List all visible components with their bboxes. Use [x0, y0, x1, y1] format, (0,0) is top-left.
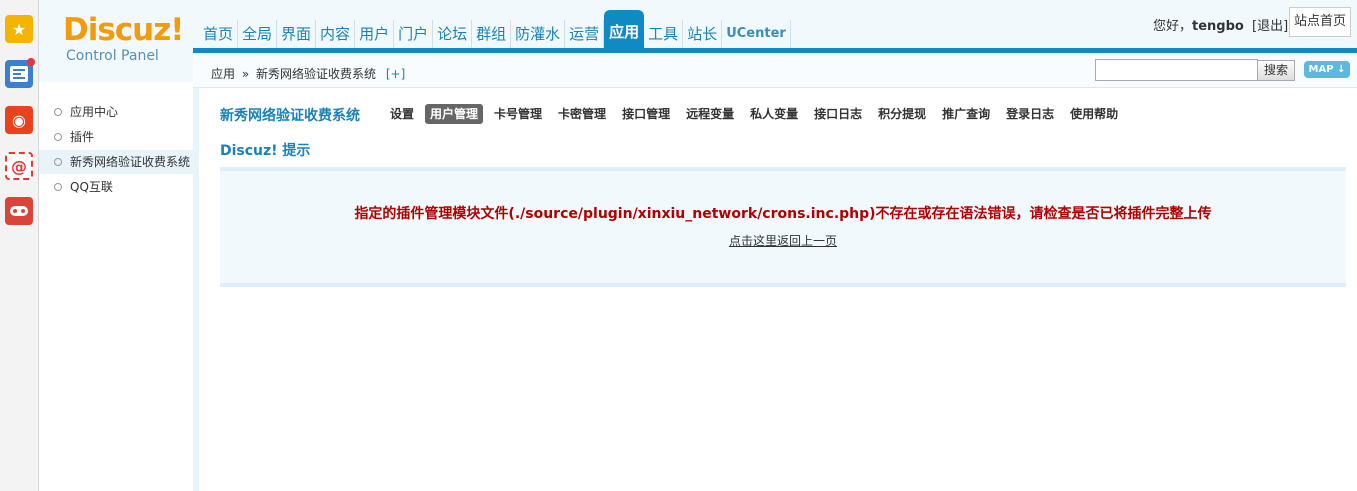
nav-item-tools[interactable]: 工具: [644, 20, 684, 48]
breadcrumb: 应用 » 新秀网络验证收费系统 [+]: [211, 65, 405, 82]
nav-item-style[interactable]: 界面: [277, 20, 317, 48]
nav-item-content[interactable]: 内容: [316, 20, 356, 48]
plugin-tabs: 设置 用户管理 卡号管理 卡密管理 接口管理 远程变量 私人变量 接口日志 积分…: [385, 104, 1129, 124]
nav-item-extended[interactable]: 运营: [565, 20, 605, 48]
news-icon[interactable]: [5, 58, 35, 88]
weibo-icon[interactable]: ◉: [5, 106, 33, 134]
nav-item-portal[interactable]: 门户: [394, 20, 434, 48]
tab-promotion-query[interactable]: 推广查询: [937, 104, 995, 124]
tab-points-withdraw[interactable]: 积分提现: [873, 104, 931, 124]
logout-link[interactable]: [退出]: [1252, 19, 1288, 34]
map-button[interactable]: MAP ↓: [1304, 61, 1350, 78]
sidebar-item-xinxiu-system[interactable]: 新秀网络验证收费系统: [39, 150, 193, 174]
back-link[interactable]: 点击这里返回上一页: [220, 232, 1346, 249]
site-home-button[interactable]: 站点首页: [1289, 7, 1351, 37]
map-label: MAP: [1308, 64, 1334, 75]
search-button[interactable]: 搜索: [1257, 60, 1295, 81]
greeting: 您好，: [1153, 19, 1193, 34]
left-dock: ★ ◉ @: [0, 0, 39, 491]
nav-item-home[interactable]: 首页: [199, 20, 239, 48]
tab-card-number[interactable]: 卡号管理: [489, 104, 547, 124]
tab-settings[interactable]: 设置: [385, 104, 419, 124]
nav-item-group[interactable]: 群组: [472, 20, 512, 48]
logo[interactable]: Discuz! Control Panel: [39, 0, 193, 82]
brand-name: Discuz!: [63, 12, 184, 48]
sidebar-item-qq-connect[interactable]: QQ互联: [39, 175, 193, 199]
breadcrumb-current: 新秀网络验证收费系统: [256, 67, 377, 81]
nav-item-global[interactable]: 全局: [238, 20, 278, 48]
user-info: 您好，tengbo [退出]: [1153, 15, 1288, 34]
nav-item-safe[interactable]: 防灌水: [511, 20, 566, 48]
game-icon[interactable]: [5, 197, 33, 225]
search-input[interactable]: [1095, 59, 1258, 81]
sidebar-item-plugins[interactable]: 插件: [39, 125, 193, 149]
nav-item-user[interactable]: 用户: [355, 20, 395, 48]
breadcrumb-root[interactable]: 应用: [211, 67, 235, 81]
email-icon[interactable]: @: [5, 152, 33, 180]
add-favorite-link[interactable]: [+]: [386, 67, 405, 81]
brand-subtitle: Control Panel: [66, 48, 159, 64]
star-icon[interactable]: ★: [5, 15, 33, 43]
tab-remote-variables[interactable]: 远程变量: [681, 104, 739, 124]
tab-interface[interactable]: 接口管理: [617, 104, 675, 124]
tab-user-management[interactable]: 用户管理: [425, 104, 484, 124]
tab-card-key[interactable]: 卡密管理: [553, 104, 611, 124]
tab-help[interactable]: 使用帮助: [1065, 104, 1123, 124]
nav-item-founder[interactable]: 站长: [683, 20, 723, 48]
arrow-down-icon: ↓: [1337, 64, 1346, 75]
nav-item-plugin[interactable]: 应用: [604, 10, 645, 48]
error-message: 指定的插件管理模块文件(./source/plugin/xinxiu_netwo…: [354, 206, 1212, 222]
tab-private-variables[interactable]: 私人变量: [745, 104, 803, 124]
app-title: 新秀网络验证收费系统: [220, 108, 360, 124]
nav-item-forum[interactable]: 论坛: [433, 20, 473, 48]
tab-interface-log[interactable]: 接口日志: [809, 104, 867, 124]
tab-login-log[interactable]: 登录日志: [1001, 104, 1059, 124]
main-nav: 首页 全局 界面 内容 用户 门户 论坛 群组 防灌水 运营 应用 工具 站长 …: [199, 10, 791, 48]
notice-title: Discuz! 提示: [220, 143, 311, 159]
notice-box: 指定的插件管理模块文件(./source/plugin/xinxiu_netwo…: [220, 167, 1346, 287]
sidebar: 应用中心 插件 新秀网络验证收费系统 QQ互联: [39, 88, 199, 491]
sidebar-item-app-center[interactable]: 应用中心: [39, 100, 193, 124]
username: tengbo: [1192, 19, 1244, 34]
nav-item-ucenter[interactable]: UCenter: [722, 20, 791, 48]
breadcrumb-separator: »: [241, 67, 250, 81]
